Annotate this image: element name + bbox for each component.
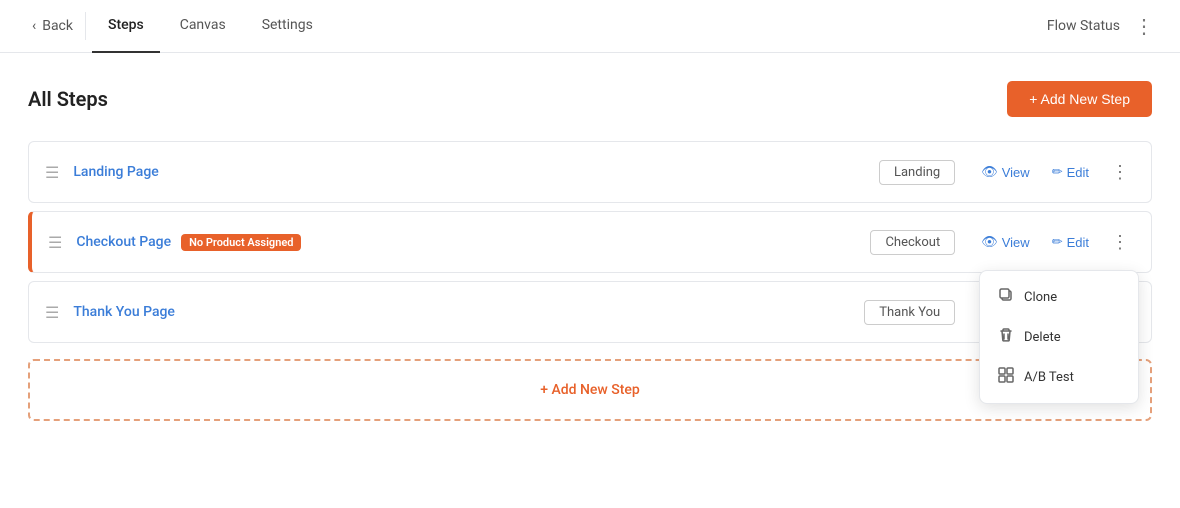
page-content: All Steps + Add New Step ☰ Landing Page …: [0, 53, 1180, 441]
ab-test-label: A/B Test: [1024, 370, 1074, 385]
pencil-icon: ✏: [1052, 164, 1063, 180]
page-title: All Steps: [28, 87, 108, 111]
tab-canvas[interactable]: Canvas: [164, 0, 242, 53]
pencil-icon: ✏: [1052, 234, 1063, 250]
trash-icon: [998, 327, 1014, 347]
eye-icon: 👁: [981, 234, 998, 250]
add-new-step-button[interactable]: + Add New Step: [1007, 81, 1152, 117]
context-dropdown-menu: Clone Delete: [979, 270, 1139, 404]
step-type-badge-landing: Landing: [879, 160, 955, 185]
drag-handle-icon[interactable]: ☰: [45, 303, 59, 322]
back-label: Back: [42, 18, 73, 34]
tab-steps[interactable]: Steps: [92, 0, 160, 53]
step-type-badge-checkout: Checkout: [870, 230, 955, 255]
edit-button-checkout[interactable]: ✏ Edit: [1046, 230, 1095, 254]
step-type-badge-thankyou: Thank You: [864, 300, 955, 325]
view-button-checkout[interactable]: 👁 View: [975, 230, 1035, 254]
step-name-landing[interactable]: Landing Page: [73, 164, 158, 180]
step-actions-landing: 👁 View ✏ Edit ⋮: [975, 158, 1135, 187]
top-nav: ‹ Back Steps Canvas Settings Flow Status…: [0, 0, 1180, 53]
more-button-checkout[interactable]: ⋮: [1105, 228, 1135, 257]
eye-icon: 👁: [981, 164, 998, 180]
dropdown-item-ab-test[interactable]: A/B Test: [980, 357, 1138, 397]
delete-label: Delete: [1024, 330, 1061, 345]
no-product-warning-badge: No Product Assigned: [181, 234, 301, 251]
dropdown-item-clone[interactable]: Clone: [980, 277, 1138, 317]
steps-list: ☰ Landing Page Landing 👁 View ✏ Edit ⋮ ☰…: [28, 141, 1152, 421]
clone-label: Clone: [1024, 290, 1057, 305]
view-button-landing[interactable]: 👁 View: [975, 160, 1035, 184]
ab-test-icon: [998, 367, 1014, 387]
nav-more-button[interactable]: ⋮: [1128, 10, 1160, 42]
table-row: ☰ Checkout Page No Product Assigned Chec…: [28, 211, 1152, 273]
step-name-checkout[interactable]: Checkout Page: [76, 234, 171, 250]
dropdown-item-delete[interactable]: Delete: [980, 317, 1138, 357]
flow-status-label: Flow Status: [1047, 18, 1120, 34]
drag-handle-icon[interactable]: ☰: [48, 233, 62, 252]
back-button[interactable]: ‹ Back: [20, 12, 86, 40]
edit-button-landing[interactable]: ✏ Edit: [1046, 160, 1095, 184]
back-chevron-icon: ‹: [32, 18, 36, 34]
tab-settings[interactable]: Settings: [246, 0, 329, 53]
clone-icon: [998, 287, 1014, 307]
page-header: All Steps + Add New Step: [28, 81, 1152, 117]
table-row: ☰ Landing Page Landing 👁 View ✏ Edit ⋮: [28, 141, 1152, 203]
step-actions-checkout: 👁 View ✏ Edit ⋮: [975, 228, 1135, 257]
step-name-thankyou[interactable]: Thank You Page: [73, 304, 175, 320]
more-button-landing[interactable]: ⋮: [1105, 158, 1135, 187]
drag-handle-icon[interactable]: ☰: [45, 163, 59, 182]
